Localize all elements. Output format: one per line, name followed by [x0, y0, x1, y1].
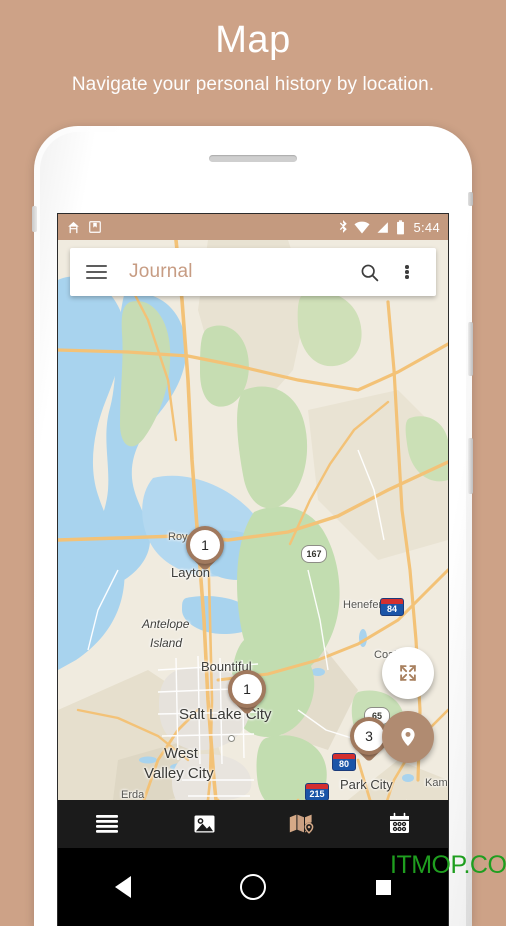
nav-list[interactable] — [58, 800, 156, 848]
route-shield: 167 — [301, 545, 327, 563]
back-triangle-icon — [115, 876, 131, 898]
phone-frame: 5:44 Roy Layton Henefer Antelope Island … — [32, 126, 473, 926]
bluetooth-icon — [340, 219, 348, 233]
list-icon — [95, 815, 118, 833]
bottom-navigation — [58, 800, 448, 848]
map-pin-icon — [289, 814, 314, 834]
kebab-dot — [405, 270, 409, 274]
status-bar-left-icons — [66, 220, 102, 235]
status-bar: 5:44 — [58, 214, 448, 240]
nav-calendar[interactable] — [351, 800, 449, 848]
page-subtitle: Navigate your personal history by locati… — [71, 73, 435, 95]
route-shield: 215 — [305, 783, 329, 800]
nav-home-button[interactable] — [188, 874, 318, 900]
hamburger-line — [86, 271, 107, 273]
search-icon[interactable] — [352, 255, 386, 289]
earpiece-speaker — [209, 155, 297, 162]
location-pin-icon — [401, 728, 415, 746]
kebab-menu-icon[interactable] — [390, 255, 424, 289]
battery-icon — [397, 219, 405, 234]
recents-square-icon — [375, 879, 391, 895]
photo-icon — [194, 815, 215, 833]
fab-my-location[interactable] — [382, 711, 434, 763]
app-bar-title: Journal — [129, 261, 193, 282]
page-title: Map — [215, 19, 291, 61]
signal-icon — [377, 221, 389, 233]
route-shield: 84 — [380, 598, 404, 616]
hamburger-line — [86, 265, 107, 267]
screenshot-root: Map Navigate your personal history by lo… — [0, 0, 506, 926]
phone-button-volume-down — [468, 438, 473, 494]
watermark: ITMOP.COM — [390, 851, 506, 879]
poi-dot — [228, 735, 235, 742]
kebab-dot — [405, 265, 409, 269]
expand-arrows-icon — [400, 665, 416, 681]
promo-header: Map Navigate your personal history by lo… — [0, 0, 506, 96]
nav-recents-button[interactable] — [318, 879, 448, 895]
nav-back-button[interactable] — [58, 876, 188, 898]
phone-button-right-top — [468, 192, 473, 206]
phone-button-volume-up — [468, 322, 473, 376]
marker-layton[interactable]: 1 — [186, 526, 224, 576]
hamburger-line — [86, 277, 107, 279]
nav-photos[interactable] — [156, 800, 254, 848]
bookmark-icon — [89, 221, 101, 233]
antenna-icon — [68, 221, 79, 233]
phone-button-left — [32, 206, 37, 232]
map-canvas[interactable]: Roy Layton Henefer Antelope Island Coalv… — [58, 240, 448, 800]
marker-count: 3 — [354, 721, 384, 751]
nav-map[interactable] — [253, 800, 351, 848]
marker-count: 1 — [232, 674, 262, 704]
calendar-icon — [389, 812, 409, 833]
app-bar: Journal — [70, 248, 436, 296]
fab-expand-map[interactable] — [382, 647, 434, 699]
wifi-icon — [354, 221, 371, 233]
kebab-dot — [405, 275, 409, 279]
status-bar-right-icons: 5:44 — [338, 219, 440, 235]
home-circle-icon — [240, 874, 266, 900]
status-bar-clock: 5:44 — [413, 219, 440, 235]
app-bar-actions — [352, 255, 436, 289]
marker-count: 1 — [190, 530, 220, 560]
hamburger-icon[interactable] — [86, 265, 107, 279]
marker-salt-lake-city[interactable]: 1 — [228, 670, 266, 720]
phone-screen: 5:44 Roy Layton Henefer Antelope Island … — [58, 214, 448, 926]
